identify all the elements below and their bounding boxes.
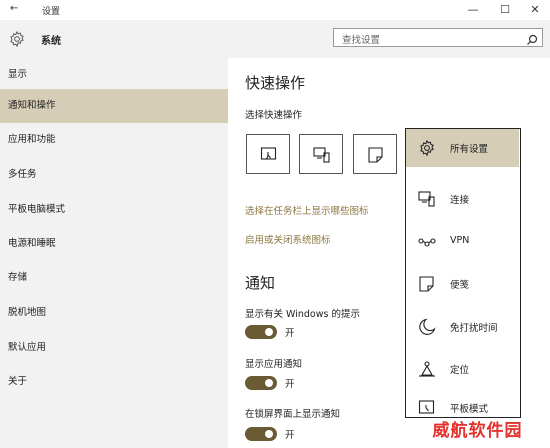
setting-label-app-notifications: 显示应用通知 (245, 359, 303, 370)
toggle-state: 开 (285, 430, 295, 441)
minimize-button[interactable]: — (458, 1, 488, 19)
maximize-button[interactable]: ☐ (490, 1, 520, 19)
toggle-state: 开 (285, 379, 295, 390)
sidebar-item-display[interactable]: 显示 (0, 58, 228, 92)
connect-icon (418, 190, 436, 211)
quick-actions-subtitle: 选择快速操作 (245, 110, 303, 121)
toggle-knob (265, 379, 273, 387)
flyout-item-label: 定位 (450, 365, 470, 376)
flyout-item-note[interactable]: 便笺 (406, 265, 519, 303)
taskbar-icons-link[interactable]: 选择在任务栏上显示哪些图标 (245, 203, 369, 217)
search-placeholder: 查找设置 (342, 35, 381, 46)
search-icon[interactable] (526, 31, 538, 50)
quick-action-flyout: 所有设置 连接 VPN 便笺 免打扰时间 定位 平板模式 (405, 128, 521, 418)
quick-actions-title: 快速操作 (245, 74, 306, 92)
toggle-switch[interactable] (245, 376, 277, 390)
flyout-item-quiet-hours[interactable]: 免打扰时间 (406, 308, 519, 346)
setting-label-windows-tips: 显示有关 Windows 的提示 (245, 309, 360, 320)
flyout-item-all-settings[interactable]: 所有设置 (406, 129, 519, 167)
flyout-item-label: 免打扰时间 (450, 323, 498, 334)
back-button[interactable]: ← (10, 3, 18, 14)
quick-action-tablet-mode[interactable] (246, 134, 290, 174)
sidebar-item-default-apps[interactable]: 默认应用 (0, 331, 228, 365)
flyout-item-tablet-mode[interactable]: 平板模式 (406, 392, 519, 416)
note-icon (418, 275, 436, 296)
gear-icon (418, 139, 436, 160)
sidebar-item-power[interactable]: 电源和睡眠 (0, 227, 228, 261)
section-title: 系统 (41, 36, 61, 47)
flyout-item-vpn[interactable]: VPN (406, 223, 519, 261)
window-title: 设置 (42, 7, 61, 17)
flyout-item-label: 所有设置 (450, 144, 489, 155)
flyout-item-location[interactable]: 定位 (406, 350, 519, 388)
system-icons-link[interactable]: 启用或关闭系统图标 (245, 232, 331, 246)
toggle-knob (265, 430, 273, 438)
sidebar-item-notifications[interactable]: 通知和操作 (0, 89, 228, 123)
toggle-knob (265, 328, 273, 336)
location-icon (418, 360, 436, 381)
close-button[interactable]: ✕ (520, 1, 550, 19)
sidebar-item-offline-maps[interactable]: 脱机地图 (0, 296, 228, 330)
watermark: 威航软件园 (432, 421, 523, 441)
sidebar-item-about[interactable]: 关于 (0, 365, 228, 399)
quick-action-note[interactable] (353, 134, 397, 174)
tablet-mode-icon (260, 147, 277, 160)
title-bar: ← 设置 — ☐ ✕ (0, 0, 550, 20)
gear-icon (8, 30, 26, 52)
flyout-item-connect[interactable]: 连接 (406, 180, 519, 218)
vpn-icon (418, 233, 436, 254)
toggle-switch[interactable] (245, 325, 277, 339)
notifications-title: 通知 (245, 274, 276, 292)
toggle-switch[interactable] (245, 427, 277, 441)
flyout-item-label: 便笺 (450, 280, 470, 291)
note-icon (368, 147, 383, 163)
search-input[interactable]: 查找设置 (333, 28, 543, 47)
sidebar-item-multitasking[interactable]: 多任务 (0, 158, 228, 192)
flyout-item-label: 平板模式 (450, 404, 489, 415)
quick-action-connect[interactable] (299, 134, 343, 174)
moon-icon (418, 318, 436, 339)
sidebar: 显示 通知和操作 应用和功能 多任务 平板电脑模式 电源和睡眠 存储 脱机地图 … (0, 58, 228, 448)
sidebar-item-tablet-mode[interactable]: 平板电脑模式 (0, 193, 228, 227)
connect-icon (313, 147, 330, 163)
setting-label-lockscreen-notifications: 在锁屏界面上显示通知 (245, 409, 341, 420)
toggle-state: 开 (285, 328, 295, 339)
flyout-item-label: VPN (450, 235, 470, 246)
sidebar-item-storage[interactable]: 存储 (0, 261, 228, 295)
settings-header: 系统 查找设置 (0, 20, 550, 58)
flyout-item-label: 连接 (450, 195, 470, 206)
sidebar-item-apps[interactable]: 应用和功能 (0, 123, 228, 157)
